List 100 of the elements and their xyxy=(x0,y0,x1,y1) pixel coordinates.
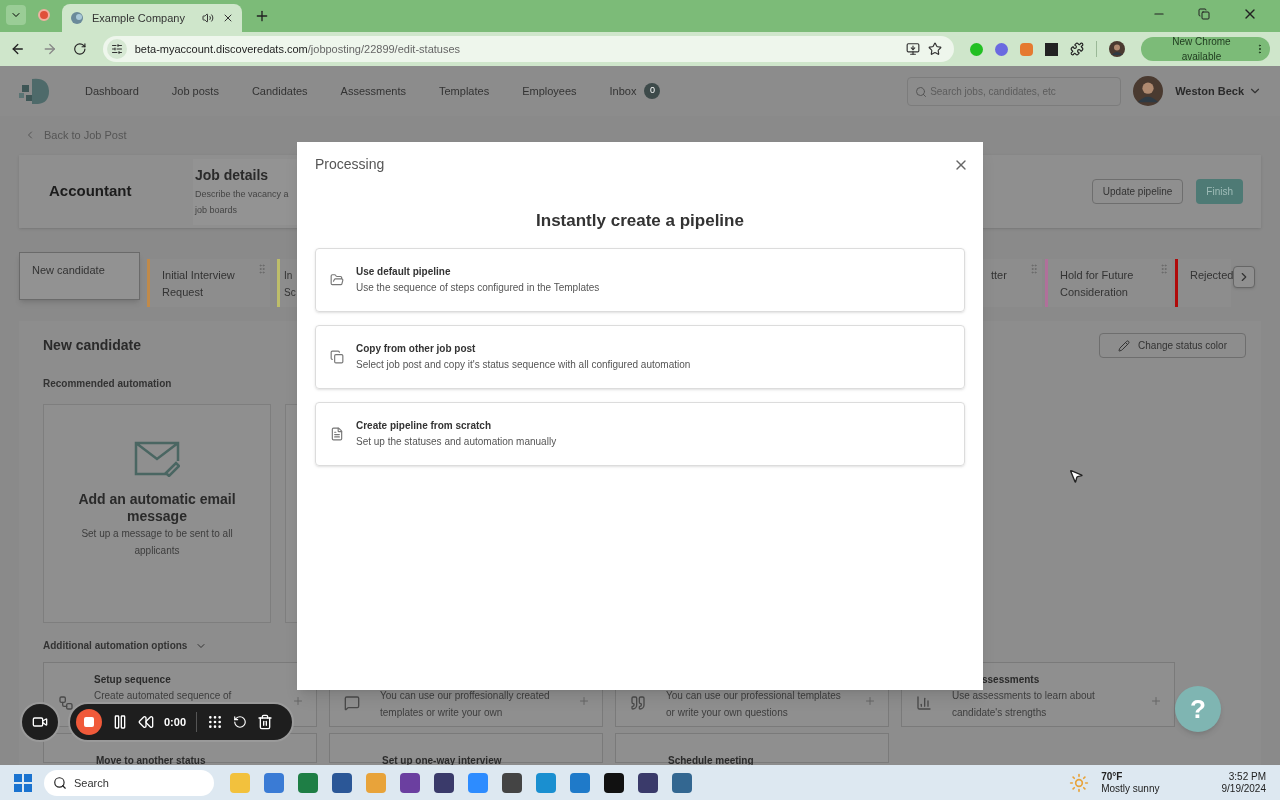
update-pipeline-button[interactable]: Update pipeline xyxy=(1091,179,1184,204)
dialog-title: Processing xyxy=(315,155,385,174)
option-text: You can use our proffesionally created templates or write your own xyxy=(380,689,551,720)
taskbar-search-field[interactable]: Search xyxy=(44,769,214,796)
pencil-icon xyxy=(1118,339,1131,352)
option-text: You can use our professional templates or write your own questions xyxy=(666,689,842,720)
recording-time: 0:00 xyxy=(164,714,187,730)
recording-icon xyxy=(38,9,50,21)
tab-list-button[interactable] xyxy=(6,5,26,25)
drag-handle-icon[interactable] xyxy=(1158,263,1170,275)
dialog-heading: Instantly create a pipeline xyxy=(535,210,745,232)
stop-button[interactable] xyxy=(76,709,102,735)
option-text: Create automated sequence of xyxy=(94,689,233,703)
chat-icon xyxy=(344,695,360,711)
folder-icon xyxy=(330,272,344,287)
job-details-title: Job details xyxy=(195,165,270,185)
status-tab[interactable]: Rejected xyxy=(1175,259,1231,307)
app-icon[interactable] xyxy=(400,772,420,793)
option-text: Select job post and copy it's status sequence with all configured automation xyxy=(356,357,691,372)
finish-button[interactable]: Finish xyxy=(1196,179,1243,204)
nav-link[interactable]: Job posts xyxy=(171,82,219,100)
grid-icon[interactable] xyxy=(207,714,224,730)
delete-icon[interactable] xyxy=(257,714,274,730)
app-icon[interactable] xyxy=(502,772,522,793)
nav-link[interactable]: Employees xyxy=(522,82,577,100)
site-icon xyxy=(70,11,84,25)
document-icon xyxy=(330,426,344,441)
back-icon[interactable] xyxy=(10,41,26,57)
option-text: Set up the statuses and automation manually xyxy=(356,434,557,449)
install-icon[interactable] xyxy=(905,42,920,56)
chart-icon xyxy=(916,695,932,711)
pipeline-option[interactable]: Copy from other job post Select job post and copy it's status sequence with all configured automation xyxy=(315,324,965,389)
option-title: ssessments xyxy=(982,673,1040,687)
restart-icon[interactable] xyxy=(233,715,248,729)
new-tab-icon[interactable] xyxy=(254,8,270,24)
drag-handle-icon[interactable] xyxy=(1028,263,1040,275)
card-title: Add an automatic email message xyxy=(77,491,237,525)
pipeline-option[interactable]: Use default pipeline Use the sequence of steps configured in the Templates xyxy=(315,247,965,312)
camera-icon xyxy=(32,714,48,730)
address-field[interactable]: beta-myaccount.discoveredats.com/jobposting/22899/edit-statuses xyxy=(102,36,954,62)
user-avatar xyxy=(1133,76,1164,106)
extensions-icon[interactable] xyxy=(1069,42,1084,56)
bookmark-icon[interactable] xyxy=(927,42,942,56)
status-label: Initial Interview Request xyxy=(162,268,236,300)
speaker-icon[interactable] xyxy=(202,12,214,24)
nav-link[interactable]: Assessments xyxy=(340,82,406,100)
update-button[interactable]: New Chrome available xyxy=(1140,37,1270,61)
nav-link[interactable]: Templates xyxy=(439,82,490,100)
app-icon[interactable] xyxy=(434,772,454,793)
tab-title: Example Company xyxy=(92,10,186,26)
pause-icon[interactable] xyxy=(112,714,128,730)
option-text: Use the sequence of steps configured in the Templates xyxy=(356,280,600,295)
weather-icon xyxy=(1069,772,1090,793)
logo-icon xyxy=(18,76,52,106)
app-icon[interactable] xyxy=(638,772,658,793)
temperature: 70°F xyxy=(1101,770,1124,783)
url-text: beta-myaccount.discoveredats.com/jobposting/22899/edit-statuses xyxy=(134,41,462,57)
status-label: New candidate xyxy=(32,263,106,278)
restore-icon[interactable] xyxy=(1198,8,1210,20)
status-label: Rejected xyxy=(1190,268,1234,283)
search-icon xyxy=(915,85,928,98)
next-button[interactable] xyxy=(1233,265,1255,288)
email-edit-icon xyxy=(134,441,180,477)
nav-link[interactable]: Dashboard xyxy=(85,82,139,100)
drag-handle-icon[interactable] xyxy=(256,263,268,275)
quote-icon xyxy=(630,695,646,711)
site-settings-icon[interactable] xyxy=(110,43,123,55)
cursor-icon xyxy=(1068,468,1084,484)
automation-card[interactable]: Add an automatic email message Set up a message to be sent to all applicants xyxy=(43,404,271,623)
start-icon[interactable] xyxy=(14,773,32,792)
status-label: In Sc xyxy=(284,269,297,300)
status-label: Hold for Future Consideration xyxy=(1060,268,1135,300)
option-title: Create pipeline from scratch xyxy=(356,418,493,433)
user-name[interactable]: Weston Beck xyxy=(1175,82,1244,100)
option-title: Copy from other job post xyxy=(356,341,477,356)
section-heading: Recommended automation xyxy=(43,377,173,391)
rewind-icon[interactable] xyxy=(138,714,154,730)
change-color-button[interactable]: Change status color xyxy=(1099,333,1246,358)
profile-avatar xyxy=(1108,41,1125,57)
pipeline-option[interactable]: Create pipeline from scratch Set up the statuses and automation manually xyxy=(315,401,965,466)
nav-link[interactable]: Inbox xyxy=(609,82,637,100)
job-details-text: Describe the vacancy a xyxy=(195,187,289,201)
option-text: Use assessments to learn about candidate's strengths xyxy=(952,689,1096,720)
browser-tab[interactable]: Example Company xyxy=(62,4,242,32)
copy-icon xyxy=(330,349,344,364)
status-tab[interactable]: New candidate xyxy=(19,252,140,300)
panel-title: New candidate xyxy=(43,336,142,355)
weather-text: Mostly sunny xyxy=(1101,782,1160,795)
close-icon[interactable] xyxy=(222,12,234,24)
app-icon[interactable] xyxy=(604,772,624,793)
section-heading[interactable]: Additional automation options xyxy=(43,638,188,653)
option-title: Move to another status xyxy=(96,755,206,765)
status-label: tter xyxy=(991,268,1008,283)
nav-link[interactable]: Candidates xyxy=(251,82,308,100)
clock-date: 9/19/2024 xyxy=(1221,782,1266,795)
option-title: Use default pipeline xyxy=(356,264,452,279)
extension-icon[interactable] xyxy=(1044,42,1058,56)
job-title: Accountant xyxy=(48,181,133,202)
sequence-icon xyxy=(58,695,74,711)
reload-icon[interactable] xyxy=(73,42,87,56)
